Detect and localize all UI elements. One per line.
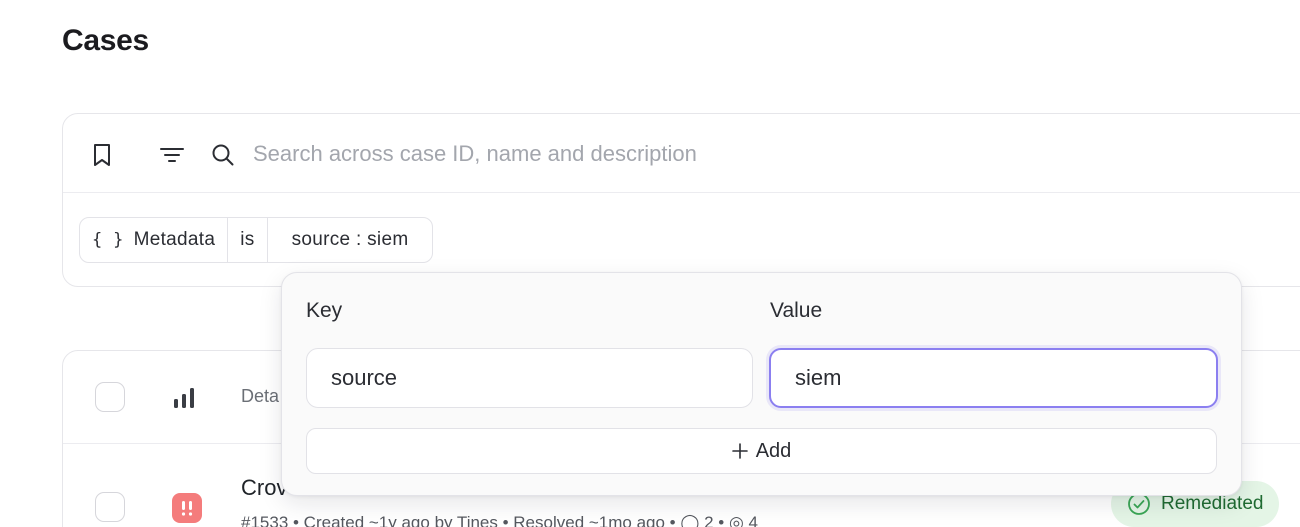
key-input[interactable]	[306, 348, 753, 408]
search-icon	[210, 142, 236, 168]
chip-value[interactable]: source : siem	[268, 218, 433, 262]
row-checkbox[interactable]	[95, 492, 125, 522]
page-title: Cases	[62, 24, 149, 57]
chip-operator[interactable]: is	[228, 218, 268, 262]
filter-panel: { } Metadata is source : siem	[62, 113, 1300, 287]
alert-icon	[172, 493, 202, 523]
add-button-label: Add	[755, 439, 792, 462]
bookmark-icon[interactable]	[89, 142, 115, 168]
plus-icon	[731, 443, 748, 459]
add-button[interactable]: Add	[306, 428, 1217, 474]
search-toolbar	[63, 114, 1300, 193]
select-all-checkbox[interactable]	[95, 382, 125, 412]
braces-icon: { }	[92, 230, 124, 250]
key-label: Key	[306, 299, 343, 322]
search-input[interactable]	[253, 136, 953, 172]
value-label: Value	[770, 299, 823, 322]
status-label: Remediated	[1161, 493, 1264, 514]
metadata-filter-chip[interactable]: { } Metadata is source : siem	[79, 217, 434, 263]
case-meta: #1533 • Created ~1y ago by Tines • Resol…	[241, 513, 758, 527]
column-header-details[interactable]: Deta	[241, 386, 279, 407]
chip-field[interactable]: { } Metadata	[80, 218, 229, 262]
value-input[interactable]	[769, 348, 1218, 408]
priority-sort-icon[interactable]	[173, 387, 197, 409]
filter-icon[interactable]	[159, 142, 185, 168]
chip-field-label: Metadata	[133, 229, 216, 250]
metadata-filter-popover: Key Value Add	[281, 272, 1242, 496]
